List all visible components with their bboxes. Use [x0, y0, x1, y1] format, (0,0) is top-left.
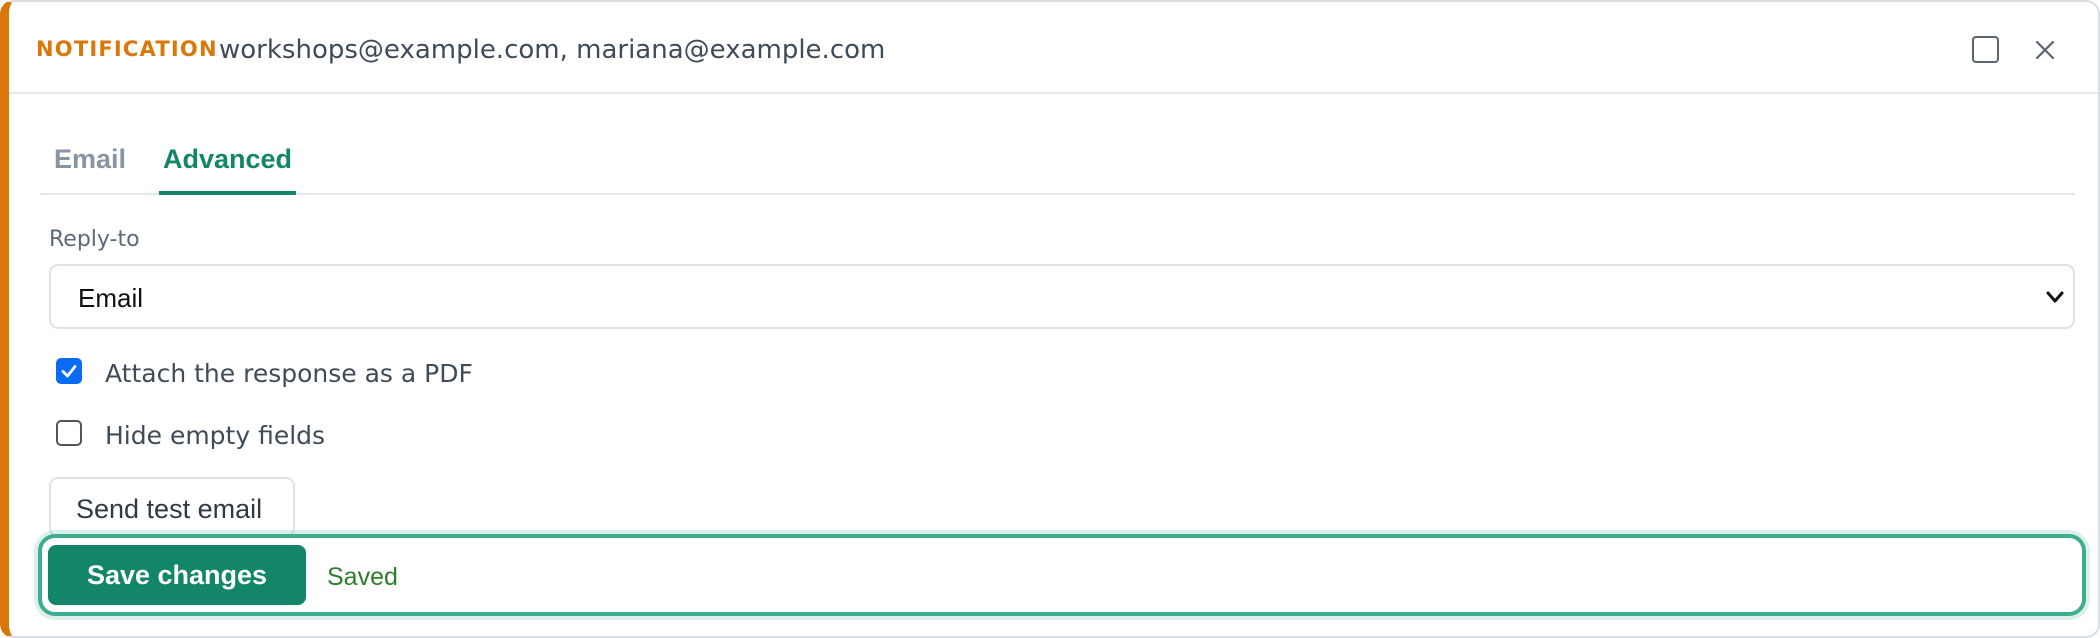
notification-panel: NOTIFICATION workshops@example.com, mari…: [0, 0, 2100, 638]
panel-header: NOTIFICATION workshops@example.com, mari…: [9, 2, 2098, 94]
tab-bar: Email Advanced: [40, 130, 2075, 195]
reply-to-select[interactable]: Email: [49, 264, 2075, 329]
recipients-text: workshops@example.com, mariana@example.c…: [219, 35, 886, 65]
attach-pdf-checkbox[interactable]: [56, 358, 82, 384]
square-icon[interactable]: [1972, 36, 1999, 63]
tab-advanced[interactable]: Advanced: [159, 144, 297, 195]
send-test-email-button[interactable]: Send test email: [49, 477, 295, 537]
notification-kind-label: NOTIFICATION: [36, 37, 218, 61]
tab-email[interactable]: Email: [50, 144, 130, 195]
save-changes-label: Save changes: [86, 560, 268, 590]
chevron-down-icon: [2046, 291, 2064, 303]
save-bar: Save changes Saved: [38, 534, 2086, 616]
reply-to-label: Reply-to: [49, 227, 140, 252]
send-test-email-label: Send test email: [76, 494, 263, 524]
close-icon[interactable]: [2030, 35, 2060, 65]
save-status-text: Saved: [327, 563, 398, 591]
reply-to-selected-value: Email: [78, 283, 144, 313]
attach-pdf-label[interactable]: Attach the response as a PDF: [105, 359, 473, 388]
save-changes-button[interactable]: Save changes: [48, 545, 306, 605]
hide-empty-label[interactable]: Hide empty fields: [105, 421, 325, 450]
hide-empty-checkbox[interactable]: [56, 420, 82, 446]
checkmark-icon: [61, 365, 77, 378]
